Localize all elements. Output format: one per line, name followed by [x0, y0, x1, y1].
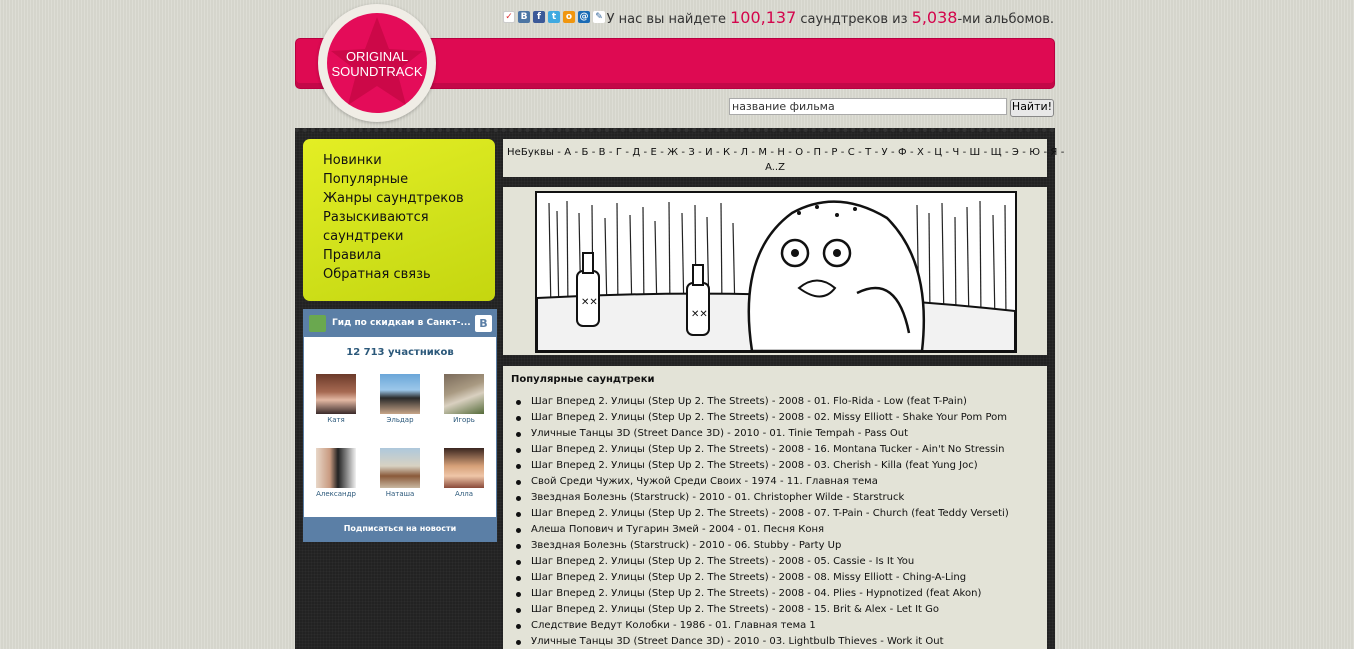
stats-prefix: У нас вы найдете	[606, 12, 726, 27]
page: ✓ B f t o @ ✎ У нас вы найдете 100,137 с…	[0, 0, 1354, 649]
list-item[interactable]: Звездная Болезнь (Starstruck) - 2010 - 0…	[516, 490, 1009, 506]
alphabet-letters[interactable]: НеБуквы - А - Б - В - Г - Д - Е - Ж - З …	[503, 139, 1064, 160]
avatar[interactable]	[380, 448, 420, 488]
main-nav: Новинки Популярные Жанры саундтреков Раз…	[303, 139, 495, 301]
list-item[interactable]: Шаг Вперед 2. Улицы (Step Up 2. The Stre…	[516, 554, 1009, 570]
nav-item-genres[interactable]: Жанры саундтреков	[323, 189, 483, 208]
avatar[interactable]	[316, 448, 356, 488]
albums-count: 5,038	[911, 8, 958, 27]
livejournal-icon[interactable]: ✎	[593, 11, 605, 23]
vk-member-name[interactable]: Катя	[311, 414, 361, 426]
movie-search-input[interactable]	[729, 98, 1007, 115]
vk-member-name[interactable]: Александр	[311, 488, 361, 500]
list-item[interactable]: Шаг Вперед 2. Улицы (Step Up 2. The Stre…	[516, 570, 1009, 586]
nav-item-popular[interactable]: Популярные	[323, 170, 483, 189]
mailru-icon[interactable]: @	[578, 11, 590, 23]
list-item[interactable]: Шаг Вперед 2. Улицы (Step Up 2. The Stre…	[516, 602, 1009, 618]
list-item[interactable]: Шаг Вперед 2. Улицы (Step Up 2. The Stre…	[516, 506, 1009, 522]
vk-member-name[interactable]: Игорь	[439, 414, 489, 426]
popular-title: Популярные саундтреки	[511, 374, 655, 385]
list-item[interactable]: Шаг Вперед 2. Улицы (Step Up 2. The Stre…	[516, 458, 1009, 474]
popular-soundtracks: Популярные саундтреки Шаг Вперед 2. Улиц…	[503, 366, 1047, 649]
vk-widget-header[interactable]: Гид по скидкам в Санкт-... B	[304, 310, 496, 337]
vk-member-name[interactable]: Наташа	[375, 488, 425, 500]
comic-drawing: ✕✕ ✕✕	[537, 193, 1015, 351]
list-item[interactable]: Уличные Танцы 3D (Street Dance 3D) - 201…	[516, 634, 1009, 649]
vk-member[interactable]: Игорь	[439, 374, 489, 426]
vk-member[interactable]: Александр	[311, 448, 361, 500]
stats-suffix: -ми альбомов.	[957, 12, 1054, 27]
vk-members-count[interactable]: 12 713 участников	[304, 347, 496, 358]
vk-member-name[interactable]: Алла	[439, 488, 489, 500]
logo-line-original: ORIGINAL	[345, 49, 409, 64]
list-item[interactable]: Шаг Вперед 2. Улицы (Step Up 2. The Stre…	[516, 442, 1009, 458]
nav-item-feedback[interactable]: Обратная связь	[323, 265, 483, 284]
bookmark-icon[interactable]: ✓	[503, 11, 515, 23]
site-stats: У нас вы найдете 100,137 саундтреков из …	[607, 8, 1054, 27]
vk-logo-icon: B	[475, 315, 492, 332]
vk-group-name[interactable]: Гид по скидкам в Санкт-...	[332, 318, 471, 328]
subscribe-button[interactable]: Подписаться на новости	[304, 517, 496, 541]
list-item[interactable]: Шаг Вперед 2. Улицы (Step Up 2. The Stre…	[516, 586, 1009, 602]
stats-middle: саундтреков из	[800, 12, 908, 27]
odnoklassniki-icon[interactable]: o	[563, 11, 575, 23]
nav-item-wanted[interactable]: Разыскиваются саундтреки	[323, 208, 483, 246]
comic-image[interactable]: ✕✕ ✕✕	[535, 191, 1017, 353]
share-icons: ✓ B f t o @ ✎	[503, 11, 605, 23]
site-logo[interactable]: ORIGINAL SOUNDTRACK	[318, 4, 436, 122]
logo-text: ORIGINAL SOUNDTRACK	[327, 49, 427, 79]
avatar[interactable]	[444, 448, 484, 488]
vk-member[interactable]: Алла	[439, 448, 489, 500]
svg-text:✕✕: ✕✕	[581, 297, 598, 308]
vk-member[interactable]: Наташа	[375, 448, 425, 500]
vk-member[interactable]: Катя	[311, 374, 361, 426]
nav-item-rules[interactable]: Правила	[323, 246, 483, 265]
alphabet-latin[interactable]: A..Z	[503, 160, 1047, 175]
vk-member[interactable]: Эльдар	[375, 374, 425, 426]
vk-group-widget: Гид по скидкам в Санкт-... B 12 713 учас…	[303, 309, 497, 542]
avatar[interactable]	[380, 374, 420, 414]
popular-list: Шаг Вперед 2. Улицы (Step Up 2. The Stre…	[516, 394, 1009, 649]
list-item[interactable]: Шаг Вперед 2. Улицы (Step Up 2. The Stre…	[516, 394, 1009, 410]
facebook-icon[interactable]: f	[533, 11, 545, 23]
list-item[interactable]: Следствие Ведут Колобки - 1986 - 01. Гла…	[516, 618, 1009, 634]
alphabet-nav: НеБуквы - А - Б - В - Г - Д - Е - Ж - З …	[503, 139, 1064, 177]
list-item[interactable]: Свой Среди Чужих, Чужой Среди Своих - 19…	[516, 474, 1009, 490]
avatar[interactable]	[316, 374, 356, 414]
twitter-icon[interactable]: t	[548, 11, 560, 23]
list-item[interactable]: Шаг Вперед 2. Улицы (Step Up 2. The Stre…	[516, 410, 1009, 426]
logo-badge: ORIGINAL SOUNDTRACK	[327, 13, 427, 113]
logo-line-soundtrack: SOUNDTRACK	[331, 64, 423, 79]
banner-image-box: ✕✕ ✕✕	[503, 187, 1047, 355]
vk-icon[interactable]: B	[518, 11, 530, 23]
nav-item-new[interactable]: Новинки	[323, 151, 483, 170]
avatar[interactable]	[444, 374, 484, 414]
svg-text:✕✕: ✕✕	[691, 309, 708, 320]
list-item[interactable]: Уличные Танцы 3D (Street Dance 3D) - 201…	[516, 426, 1009, 442]
list-item[interactable]: Алеша Попович и Тугарин Змей - 2004 - 01…	[516, 522, 1009, 538]
list-item[interactable]: Звездная Болезнь (Starstruck) - 2010 - 0…	[516, 538, 1009, 554]
group-avatar-icon	[309, 315, 326, 332]
vk-member-name[interactable]: Эльдар	[375, 414, 425, 426]
search-button[interactable]: Найти!	[1010, 99, 1054, 117]
soundtracks-count: 100,137	[730, 8, 797, 27]
